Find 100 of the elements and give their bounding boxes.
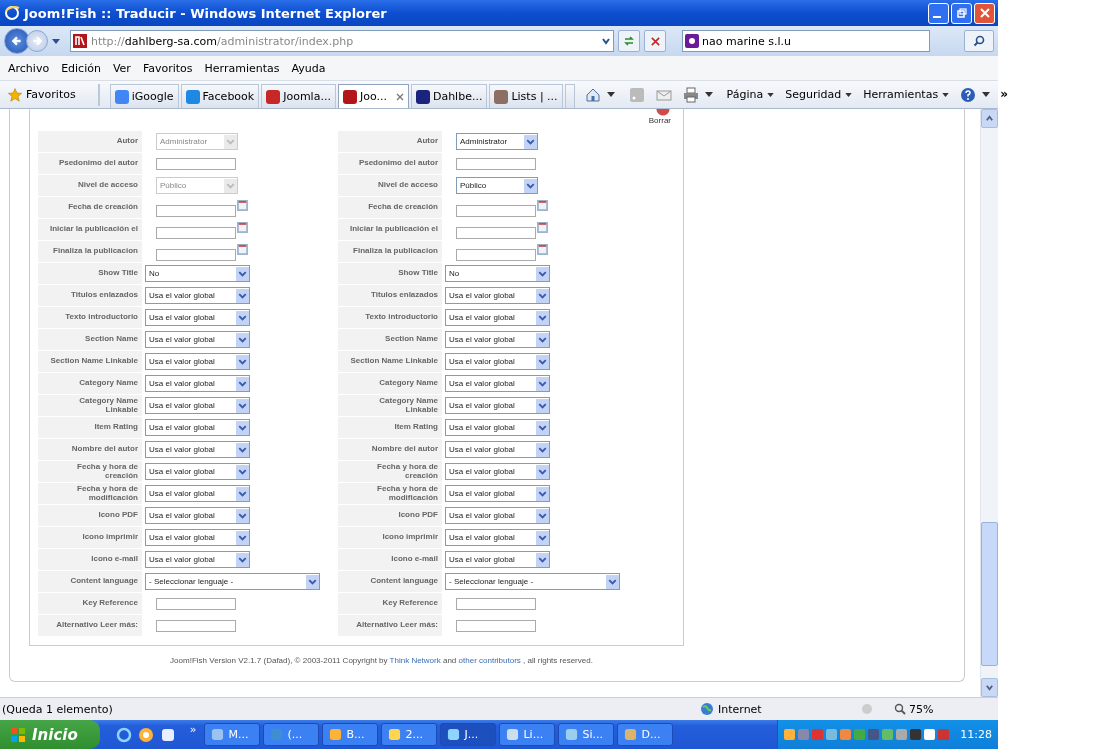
select-field[interactable]: Usa el valor global (445, 529, 550, 546)
select-field[interactable]: Usa el valor global (445, 309, 550, 326)
select-field[interactable]: Usa el valor global (445, 551, 550, 568)
minimize-button[interactable] (928, 2, 949, 24)
select-field[interactable]: Usa el valor global (445, 463, 550, 480)
caret-icon[interactable] (52, 38, 60, 44)
protected-mode-icon[interactable] (860, 702, 874, 716)
text-field[interactable] (456, 619, 536, 632)
quick-tabs-icon[interactable] (97, 83, 100, 106)
tray-icon[interactable] (938, 729, 950, 740)
date-field[interactable] (456, 248, 536, 261)
date-field[interactable] (156, 204, 236, 217)
search-button[interactable] (964, 30, 994, 52)
tray-icon[interactable] (784, 729, 796, 740)
menu-item[interactable]: Herramientas (198, 61, 286, 75)
calendar-icon[interactable] (537, 244, 548, 255)
zoom-control[interactable]: 75% (894, 702, 934, 716)
address-field[interactable]: http://dahlberg-sa.com/administrator/index.php (70, 30, 614, 52)
select-field[interactable]: Usa el valor global (445, 397, 550, 414)
select-field[interactable]: Usa el valor global (145, 375, 250, 392)
menu-item[interactable]: Ver (106, 61, 137, 75)
tray-icon[interactable] (826, 729, 838, 740)
caret-icon[interactable] (982, 92, 991, 97)
new-tab-button[interactable] (564, 84, 575, 108)
browser-tab[interactable]: Facebook (180, 84, 260, 108)
command-menu[interactable]: Página (726, 88, 775, 101)
select-field[interactable]: Usa el valor global (145, 551, 250, 568)
tray-icon[interactable] (840, 729, 852, 740)
tray-icon[interactable] (868, 729, 880, 740)
select-field[interactable]: Usa el valor global (145, 507, 250, 524)
text-field[interactable] (156, 157, 236, 170)
select-field[interactable]: Usa el valor global (445, 287, 550, 304)
favorites-button[interactable]: Favoritos (4, 87, 80, 102)
calendar-icon[interactable] (537, 200, 548, 211)
select-field[interactable]: - Seleccionar lenguaje - (145, 573, 320, 590)
taskbar-button[interactable]: J... (440, 723, 497, 746)
select-field[interactable]: Usa el valor global (145, 331, 250, 348)
browser-tab[interactable]: Lists | ... (489, 84, 563, 108)
home-icon[interactable] (584, 86, 601, 103)
text-field[interactable] (156, 597, 236, 610)
taskbar-button[interactable]: M... (204, 723, 261, 746)
select-field[interactable]: Usa el valor global (445, 441, 550, 458)
refresh-button[interactable] (618, 30, 640, 52)
select-field[interactable]: Usa el valor global (145, 463, 250, 480)
command-menu[interactable]: Herramientas (863, 88, 950, 101)
menu-item[interactable]: Archivo (2, 61, 56, 75)
taskbar-button[interactable]: B... (322, 723, 379, 746)
chevron-icon[interactable] (601, 36, 611, 46)
footer-link[interactable]: other contributors (458, 656, 521, 665)
taskbar-button[interactable]: Li... (499, 723, 556, 746)
caret-icon[interactable] (704, 92, 713, 97)
stop-button[interactable] (644, 30, 666, 52)
back-button[interactable] (4, 28, 30, 54)
restore-button[interactable] (951, 2, 972, 24)
feeds-icon[interactable] (628, 86, 645, 103)
caret-icon[interactable] (606, 92, 615, 97)
footer-link[interactable]: Think Network (389, 656, 441, 665)
tray-icon[interactable] (910, 729, 922, 740)
start-button[interactable]: Inicio (0, 720, 100, 749)
browser-tab[interactable]: Dahlbe... (410, 84, 488, 108)
select-field[interactable]: Usa el valor global (145, 287, 250, 304)
close-icon[interactable] (395, 92, 404, 101)
menu-item[interactable]: Favoritos (136, 61, 199, 75)
printer-icon[interactable] (682, 86, 699, 103)
calendar-icon[interactable] (237, 244, 248, 255)
date-field[interactable] (456, 204, 536, 217)
calendar-icon[interactable] (237, 222, 248, 233)
select-field[interactable]: Usa el valor global (145, 353, 250, 370)
select-field[interactable]: Público (456, 177, 538, 194)
select-field[interactable]: Usa el valor global (445, 375, 550, 392)
text-field[interactable] (456, 597, 536, 610)
browser-tab[interactable]: Joomla... (261, 84, 336, 108)
menu-item[interactable]: Ayuda (285, 61, 332, 75)
taskbar-button[interactable]: D... (617, 723, 674, 746)
forward-button[interactable] (26, 30, 48, 52)
menu-item[interactable]: Edición (55, 61, 107, 75)
select-field[interactable]: Usa el valor global (445, 485, 550, 502)
tray-icon[interactable] (882, 729, 894, 740)
taskbar-overflow-button[interactable]: » (189, 720, 197, 736)
command-menu[interactable]: Seguridad (785, 88, 853, 101)
date-field[interactable] (456, 226, 536, 239)
taskbar-button[interactable]: (... (263, 723, 320, 746)
select-field[interactable]: Usa el valor global (145, 397, 250, 414)
select-field[interactable]: Usa el valor global (145, 441, 250, 458)
browser-launch-icon[interactable] (115, 726, 132, 743)
select-field[interactable]: Administrator (456, 133, 538, 150)
select-field[interactable]: - Seleccionar lenguaje - (445, 573, 620, 590)
select-field[interactable]: Usa el valor global (445, 331, 550, 348)
browser-tab[interactable]: iGoogle (109, 84, 179, 108)
date-field[interactable] (156, 248, 236, 261)
help-icon[interactable] (960, 86, 977, 103)
select-field[interactable]: Usa el valor global (445, 353, 550, 370)
select-field[interactable]: Usa el valor global (145, 419, 250, 436)
select-field[interactable]: No (445, 265, 550, 282)
app-launch-icon[interactable] (159, 726, 176, 743)
tray-icon[interactable] (896, 729, 908, 740)
taskbar-button[interactable]: Si... (558, 723, 615, 746)
date-field[interactable] (156, 226, 236, 239)
taskbar-button[interactable]: 2... (381, 723, 438, 746)
browser-tab[interactable]: Joo... (337, 84, 409, 108)
